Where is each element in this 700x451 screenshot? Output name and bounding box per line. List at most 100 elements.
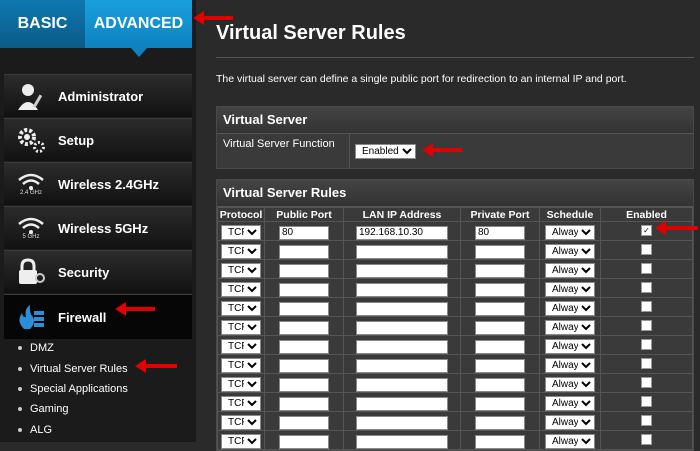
enabled-checkbox[interactable] — [641, 358, 652, 369]
enabled-checkbox[interactable] — [641, 415, 652, 426]
sidebar-item-wireless-5ghz[interactable]: 5 GHz Wireless 5GHz — [4, 206, 192, 249]
lan-ip-input[interactable] — [356, 416, 448, 430]
public-port-input[interactable] — [279, 416, 329, 430]
schedule-select[interactable]: Always — [545, 320, 595, 335]
public-port-input[interactable] — [279, 245, 329, 259]
protocol-select[interactable]: TCP — [221, 282, 261, 297]
private-port-input[interactable] — [475, 359, 525, 373]
protocol-select[interactable]: TCP — [221, 396, 261, 411]
sidebar-item-firewall[interactable]: Firewall — [4, 294, 192, 339]
sidebar-item-administrator[interactable]: Administrator — [4, 74, 192, 117]
lan-ip-input[interactable] — [356, 321, 448, 335]
submenu-item-dmz[interactable]: DMZ — [18, 338, 128, 358]
schedule-cell: Always — [540, 374, 601, 393]
private-port-input[interactable] — [475, 321, 525, 335]
private-port-input[interactable] — [475, 378, 525, 392]
public-port-input[interactable] — [279, 321, 329, 335]
public-port-input[interactable] — [279, 302, 329, 316]
public-port-input[interactable] — [279, 359, 329, 373]
lan-ip-input[interactable] — [356, 359, 448, 373]
enabled-checkbox[interactable] — [641, 301, 652, 312]
private-port-cell — [461, 412, 540, 431]
lan-ip-input[interactable] — [356, 264, 448, 278]
schedule-select[interactable]: Always — [545, 263, 595, 278]
private-port-input[interactable] — [475, 245, 525, 259]
schedule-select[interactable]: Always — [545, 339, 595, 354]
enabled-checkbox[interactable]: ✓ — [641, 225, 652, 236]
lan-ip-input[interactable] — [356, 283, 448, 297]
enabled-cell — [601, 412, 693, 431]
panel-heading: Virtual Server Rules — [217, 180, 693, 207]
protocol-select[interactable]: TCP — [221, 377, 261, 392]
schedule-select[interactable]: Always — [545, 225, 595, 240]
submenu-item-special-applications[interactable]: Special Applications — [18, 379, 128, 399]
table-row: TCP Always — [218, 412, 693, 431]
protocol-select[interactable]: TCP — [221, 244, 261, 259]
private-port-input[interactable] — [475, 397, 525, 411]
private-port-input[interactable] — [475, 283, 525, 297]
schedule-select[interactable]: Always — [545, 301, 595, 316]
public-port-input[interactable] — [279, 226, 329, 240]
enabled-cell — [601, 336, 693, 355]
private-port-input[interactable] — [475, 226, 525, 240]
protocol-select[interactable]: TCP — [221, 225, 261, 240]
lan-ip-input[interactable] — [356, 245, 448, 259]
sidebar-item-setup[interactable]: Setup — [4, 118, 192, 161]
protocol-select[interactable]: TCP — [221, 320, 261, 335]
lan-ip-cell — [344, 222, 461, 241]
public-port-cell — [265, 317, 344, 336]
submenu-item-label: Gaming — [30, 403, 69, 415]
lan-ip-input[interactable] — [356, 226, 448, 240]
protocol-select[interactable]: TCP — [221, 415, 261, 430]
protocol-select[interactable]: TCP — [221, 263, 261, 278]
lan-ip-input[interactable] — [356, 340, 448, 354]
submenu-item-gaming[interactable]: Gaming — [18, 399, 128, 419]
protocol-cell: TCP — [218, 279, 265, 298]
enabled-checkbox[interactable] — [641, 377, 652, 388]
table-row: TCP Always — [218, 279, 693, 298]
schedule-select[interactable]: Always — [545, 415, 595, 430]
public-port-input[interactable] — [279, 340, 329, 354]
virtual-server-function-select[interactable]: Enabled — [355, 144, 416, 159]
sidebar-item-security[interactable]: Security — [4, 250, 192, 293]
private-port-input[interactable] — [475, 302, 525, 316]
lan-ip-input[interactable] — [356, 378, 448, 392]
lan-ip-cell — [344, 412, 461, 431]
schedule-select[interactable]: Always — [545, 244, 595, 259]
public-port-input[interactable] — [279, 283, 329, 297]
protocol-select[interactable]: TCP — [221, 339, 261, 354]
enabled-checkbox[interactable] — [641, 244, 652, 255]
schedule-select[interactable]: Always — [545, 358, 595, 373]
public-port-input[interactable] — [279, 264, 329, 278]
private-port-input[interactable] — [475, 264, 525, 278]
schedule-select[interactable]: Always — [545, 282, 595, 297]
enabled-checkbox[interactable] — [641, 320, 652, 331]
enabled-checkbox[interactable] — [641, 282, 652, 293]
enabled-checkbox[interactable] — [641, 396, 652, 407]
private-port-input[interactable] — [475, 416, 525, 430]
public-port-input[interactable] — [279, 378, 329, 392]
band-label: 2.4 GHz — [20, 190, 42, 196]
public-port-input[interactable] — [279, 397, 329, 411]
public-port-cell — [265, 431, 344, 450]
lan-ip-input[interactable] — [356, 302, 448, 316]
enabled-checkbox[interactable] — [641, 339, 652, 350]
wifi-icon: 2.4 GHz — [14, 169, 48, 199]
tab-advanced[interactable]: ADVANCED — [85, 0, 192, 48]
submenu-item-virtual-server-rules[interactable]: Virtual Server Rules — [18, 358, 128, 378]
private-port-input[interactable] — [475, 340, 525, 354]
schedule-select[interactable]: Always — [545, 396, 595, 411]
enabled-cell — [601, 241, 693, 260]
submenu-item-alg[interactable]: ALG — [18, 420, 128, 440]
column-header: Schedule — [540, 208, 601, 222]
protocol-select[interactable]: TCP — [221, 301, 261, 316]
lan-ip-input[interactable] — [356, 397, 448, 411]
tab-basic[interactable]: BASIC — [0, 0, 85, 48]
sidebar-item-wireless-2-4ghz[interactable]: 2.4 GHz Wireless 2.4GHz — [4, 162, 192, 205]
protocol-select[interactable]: TCP — [221, 358, 261, 373]
enabled-checkbox[interactable] — [641, 434, 652, 445]
sidebar-item-label: Administrator — [58, 89, 143, 104]
lock-icon — [14, 257, 48, 287]
enabled-checkbox[interactable] — [641, 263, 652, 274]
schedule-select[interactable]: Always — [545, 377, 595, 392]
